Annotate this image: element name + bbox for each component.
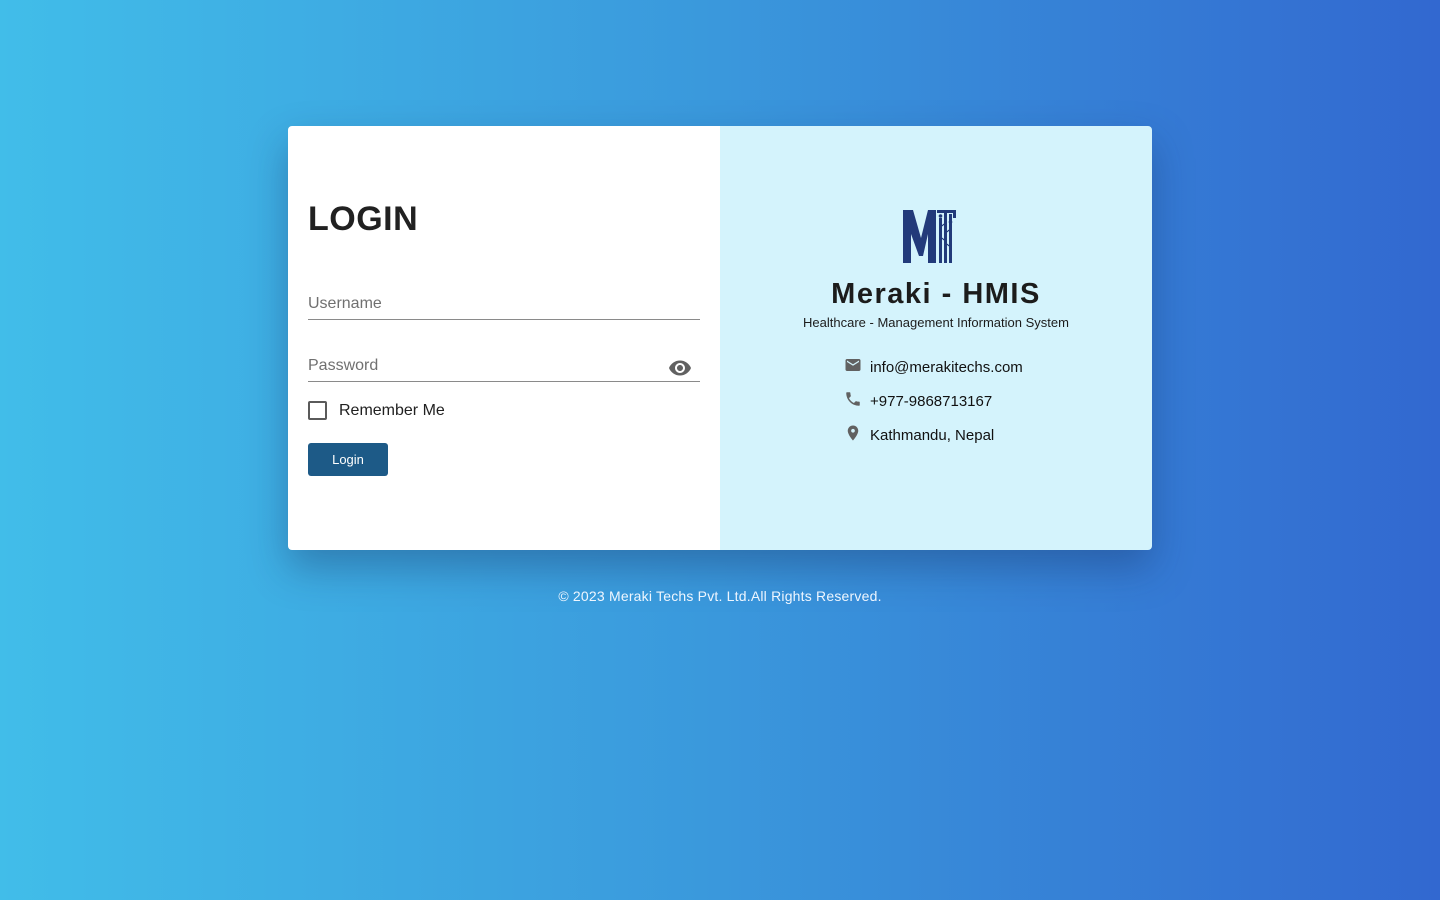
username-field[interactable] — [308, 291, 700, 320]
brand-subtitle: Healthcare - Management Information Syst… — [803, 315, 1069, 330]
location-pin-icon — [844, 424, 862, 447]
login-panel: LOGIN Remember Me Login — [288, 126, 720, 550]
password-input[interactable] — [308, 353, 648, 379]
brand-title: Meraki - HMIS — [831, 278, 1041, 310]
username-input[interactable] — [308, 291, 648, 317]
contact-location: Kathmandu, Nepal — [844, 424, 994, 447]
phone-icon — [844, 390, 862, 413]
contact-phone: +977-9868713167 — [844, 390, 992, 413]
contact-email-text: info@merakitechs.com — [870, 359, 1023, 376]
login-card: LOGIN Remember Me Login — [288, 126, 1152, 550]
login-button[interactable]: Login — [308, 443, 388, 476]
contact-phone-text: +977-9868713167 — [870, 393, 993, 410]
mail-icon — [844, 356, 862, 379]
login-title: LOGIN — [308, 200, 419, 238]
contact-location-text: Kathmandu, Nepal — [870, 427, 995, 444]
checkbox-box[interactable] — [308, 401, 327, 420]
remember-me-checkbox[interactable]: Remember Me — [308, 401, 445, 420]
footer-copyright: © 2023 Meraki Techs Pvt. Ltd.All Rights … — [558, 588, 882, 604]
contact-email: info@merakitechs.com — [844, 356, 1023, 379]
remember-me-label: Remember Me — [339, 401, 445, 419]
brand-panel: Meraki - HMIS Healthcare - Management In… — [720, 126, 1152, 550]
eye-icon[interactable] — [668, 356, 692, 380]
password-field[interactable] — [308, 353, 700, 382]
meraki-logo-icon — [901, 208, 957, 264]
